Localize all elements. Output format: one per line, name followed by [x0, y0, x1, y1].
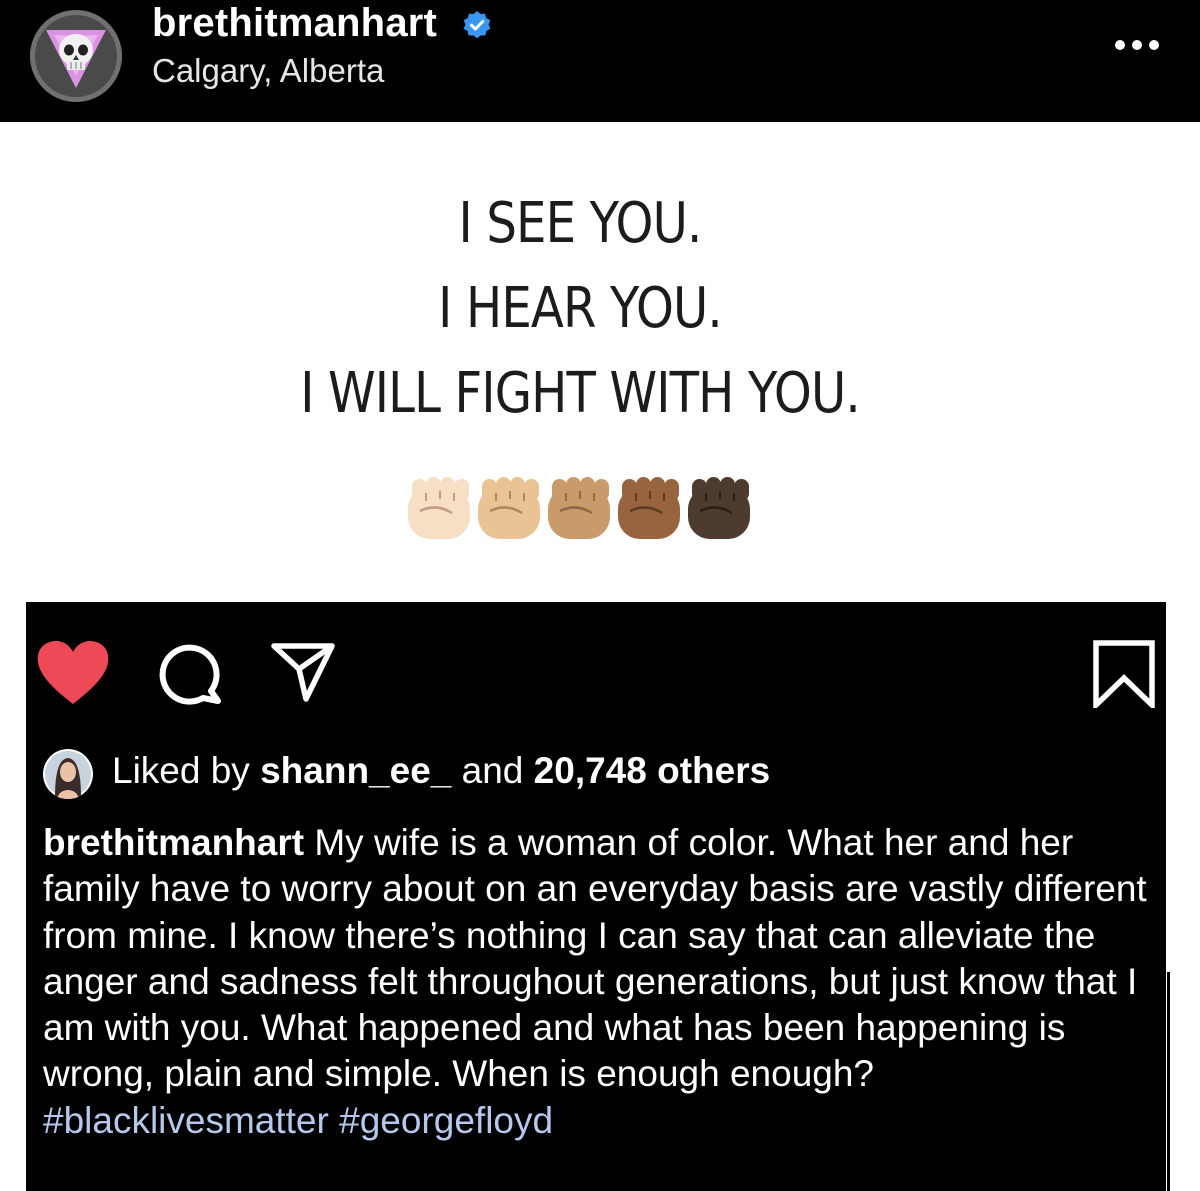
quote-line-1: I SEE YOU. [458, 191, 703, 256]
post-caption: brethitmanhart My wife is a woman of col… [43, 820, 1153, 1144]
post-image[interactable]: I SEE YOU. I HEAR YOU. I WILL FIGHT WITH… [0, 122, 1200, 602]
bookmark-icon[interactable] [1092, 640, 1156, 708]
fist-emoji-4 [618, 477, 680, 539]
panel-edge-divider [1167, 972, 1170, 1191]
liker-avatar-image [45, 751, 91, 799]
heart-icon[interactable] [36, 640, 110, 706]
fist-emoji-5 [688, 477, 750, 539]
likes-count-link[interactable]: 20,748 others [534, 750, 771, 791]
header-username[interactable]: brethitmanhart [152, 0, 437, 46]
liked-by-prefix: Liked by [112, 750, 250, 791]
header-location[interactable]: Calgary, Alberta [152, 50, 384, 92]
fist-emoji-1 [408, 477, 470, 539]
fist-emoji-3 [548, 477, 610, 539]
liked-by-user-link[interactable]: shann_ee_ [260, 750, 451, 791]
liked-by-connector: and [461, 750, 524, 791]
quote-line-2: I HEAR YOU. [438, 276, 723, 341]
post-header: brethitmanhart Calgary, Alberta [0, 0, 1200, 122]
fist-emoji-2 [478, 477, 540, 539]
raised-fist-emoji-row [408, 477, 750, 539]
hashtag-link[interactable]: #georgefloyd [339, 1100, 553, 1141]
hashtag-link[interactable]: #blacklivesmatter [43, 1100, 329, 1141]
liker-avatar[interactable] [43, 749, 93, 799]
skull-triangle-logo-icon [46, 30, 106, 88]
verified-badge-icon [463, 11, 491, 39]
liked-by-summary: Liked by shann_ee_ and 20,748 others [112, 748, 770, 794]
caption-username[interactable]: brethitmanhart [43, 822, 304, 863]
share-icon[interactable] [270, 641, 336, 703]
more-horizontal-icon[interactable] [1113, 38, 1161, 52]
comment-icon[interactable] [154, 641, 224, 705]
quote-line-3: I WILL FIGHT WITH YOU. [300, 361, 860, 426]
profile-avatar[interactable] [30, 10, 122, 102]
